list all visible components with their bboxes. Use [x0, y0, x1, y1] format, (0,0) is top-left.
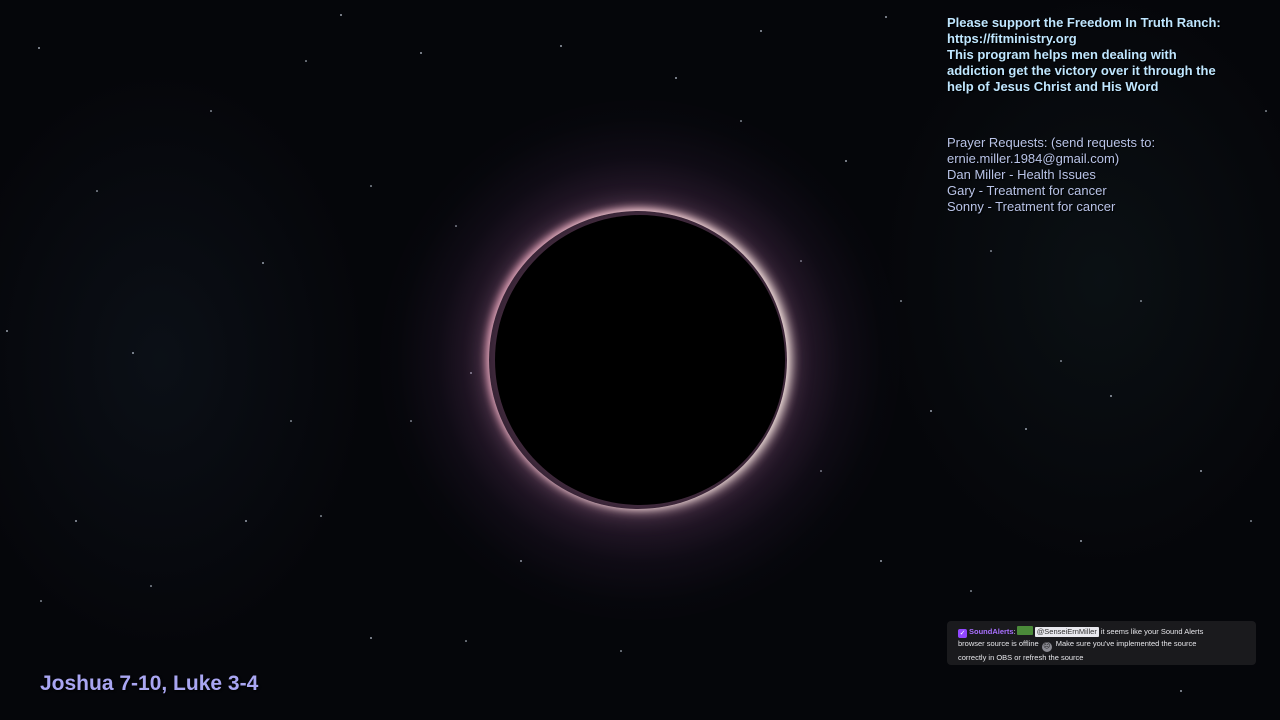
chat-alert-message: ✓ SoundAlerts: @SenseiErnMiller it seems li… [947, 621, 1256, 665]
star [150, 585, 152, 587]
star [370, 185, 372, 187]
star [675, 77, 677, 79]
alert-username: SoundAlerts [969, 627, 1014, 636]
support-line: addiction get the victory over it throug… [947, 63, 1216, 78]
alert-text: browser source is offline [958, 639, 1039, 648]
star [75, 520, 77, 522]
star [96, 190, 98, 192]
star [885, 16, 887, 18]
star [1180, 690, 1182, 692]
star [1265, 110, 1267, 112]
star [760, 30, 762, 32]
star [1250, 520, 1252, 522]
star [845, 160, 847, 162]
star [245, 520, 247, 522]
alert-text: correctly in OBS or refresh the source [958, 653, 1084, 662]
star [210, 110, 212, 112]
star [1080, 540, 1082, 542]
star [1140, 300, 1142, 302]
prayer-line: ernie.miller.1984@gmail.com) [947, 151, 1120, 166]
support-line: This program helps men dealing with [947, 47, 1177, 62]
star [40, 600, 42, 602]
star [305, 60, 307, 62]
support-message: Please support the Freedom In Truth Ranc… [947, 15, 1267, 95]
prayer-requests: Prayer Requests: (send requests to: erni… [947, 135, 1267, 215]
user-mention: @SenseiErnMiller [1034, 627, 1099, 637]
star [1060, 360, 1062, 362]
alert-line: ✓ SoundAlerts: @SenseiErnMiller it seems li… [958, 626, 1246, 638]
star [320, 515, 322, 517]
star [1025, 428, 1027, 430]
alert-text: Make sure you've implemented the source [1055, 639, 1197, 648]
verified-badge-icon: ✓ [958, 629, 967, 638]
star [560, 45, 562, 47]
prayer-line: Sonny - Treatment for cancer [947, 199, 1116, 214]
prayer-line: Dan Miller - Health Issues [947, 167, 1096, 182]
alert-text: it seems like your Sound Alerts [1100, 627, 1204, 636]
star [132, 352, 134, 354]
scripture-reading: Joshua 7-10, Luke 3-4 [40, 672, 259, 695]
star [930, 410, 932, 412]
star [38, 47, 40, 49]
star [340, 14, 342, 16]
stream-overlay: Please support the Freedom In Truth Ranc… [0, 0, 1280, 720]
star [620, 650, 622, 652]
alert-line: browser source is offline ☹ Make sure you'… [958, 638, 1246, 652]
alert-separator: : [1013, 627, 1016, 636]
star [370, 637, 372, 639]
alert-line: correctly in OBS or refresh the source [958, 652, 1246, 664]
face-emote-icon: ☹ [1041, 642, 1052, 652]
support-line: help of Jesus Christ and His Word [947, 79, 1159, 94]
eclipse-moon [495, 215, 785, 505]
star [990, 250, 992, 252]
star [1200, 470, 1202, 472]
prayer-line: Gary - Treatment for cancer [947, 183, 1107, 198]
star [420, 52, 422, 54]
star [1110, 395, 1112, 397]
prayer-line: Prayer Requests: (send requests to: [947, 135, 1156, 150]
emote-icon [1016, 626, 1033, 635]
support-line: Please support the Freedom In Truth Ranc… [947, 15, 1221, 30]
star [970, 590, 972, 592]
star [880, 560, 882, 562]
star [262, 262, 264, 264]
star [6, 330, 8, 332]
support-line: https://fitministry.org [947, 31, 1077, 46]
star [290, 420, 292, 422]
star [900, 300, 902, 302]
star [465, 640, 467, 642]
